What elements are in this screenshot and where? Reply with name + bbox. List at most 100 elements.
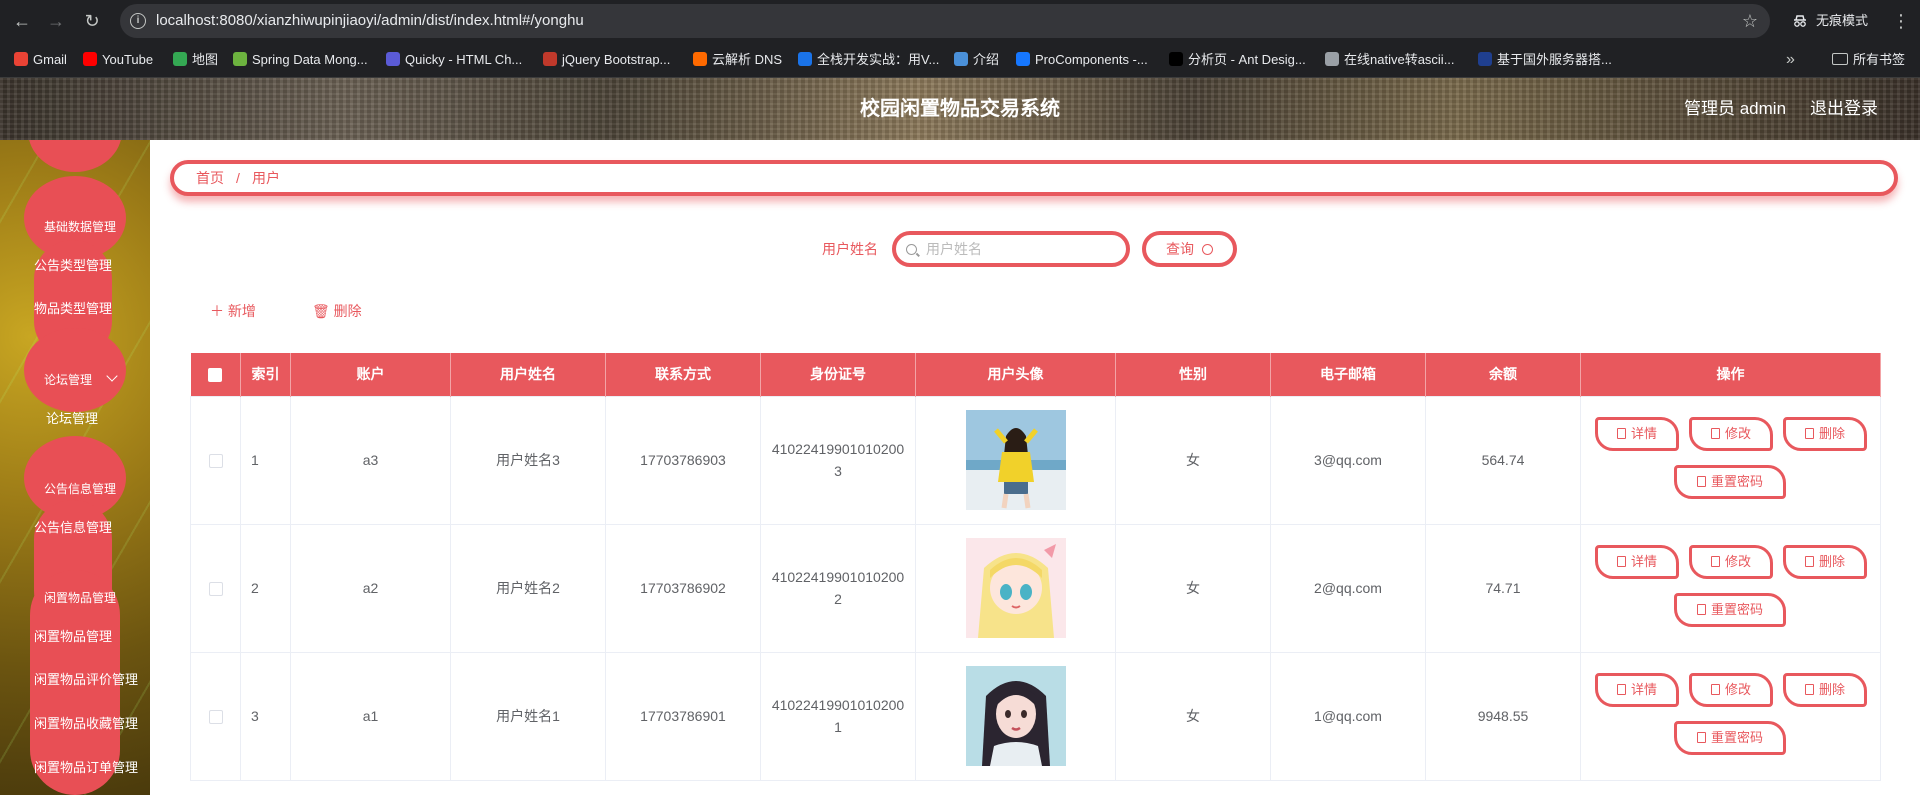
- edit-button[interactable]: 修改: [1689, 416, 1773, 451]
- back-icon[interactable]: ←: [10, 9, 34, 33]
- gmail-icon: [14, 52, 28, 66]
- more-menu-icon[interactable]: ⋮: [1892, 9, 1910, 33]
- document-icon: [1616, 555, 1626, 567]
- edit-label: 修改: [1724, 425, 1751, 441]
- avatar-cell: [915, 395, 1116, 525]
- sidebar-item-idle-group[interactable]: 闲置物品管理: [44, 589, 116, 606]
- bookmark-procomponents[interactable]: ProComponents -...: [1016, 42, 1148, 78]
- bookmark-gmail[interactable]: Gmail: [14, 42, 67, 78]
- reset-password-button[interactable]: 重置密码: [1674, 720, 1786, 755]
- app-title: 校园闲置物品交易系统: [860, 98, 1060, 120]
- add-button-label: 新增: [227, 303, 256, 319]
- account-cell: a2: [290, 523, 451, 653]
- reset-password-button[interactable]: 重置密码: [1674, 464, 1786, 499]
- browser-toolbar: ← → ↻ i localhost:8080/xianzhiwupinjiaoy…: [0, 0, 1920, 42]
- search-input[interactable]: [926, 235, 1116, 263]
- detail-button[interactable]: 详情: [1595, 416, 1679, 451]
- app-header: 校园闲置物品交易系统 管理员 admin 退出登录: [0, 78, 1920, 140]
- bookmark-maps[interactable]: 地图: [173, 42, 218, 78]
- edit-button[interactable]: 修改: [1689, 544, 1773, 579]
- bookmark-spring-data[interactable]: Spring Data Mong...: [233, 42, 368, 78]
- table-row: 2 a2 用户姓名2 17703786902 41022419901010200…: [190, 523, 1881, 653]
- address-bar[interactable]: i localhost:8080/xianzhiwupinjiaoyi/admi…: [120, 4, 1770, 38]
- avatar[interactable]: [965, 666, 1066, 766]
- bookmark-dns[interactable]: 云解析 DNS: [693, 42, 782, 78]
- id-card-text: 410224199010102001: [771, 697, 905, 735]
- breadcrumb-current: 用户: [252, 170, 280, 186]
- logout-button[interactable]: 退出登录: [1810, 78, 1878, 140]
- avatar[interactable]: [965, 410, 1066, 510]
- edit-button[interactable]: 修改: [1689, 672, 1773, 707]
- row-checkbox[interactable]: [208, 582, 223, 597]
- reload-icon[interactable]: ↻: [80, 9, 104, 33]
- bookmark-intro[interactable]: 介绍: [954, 42, 999, 78]
- detail-button[interactable]: 详情: [1595, 672, 1679, 707]
- sidebar-item-forum-group[interactable]: 论坛管理: [44, 371, 92, 388]
- sidebar-item-item-type[interactable]: 物品类型管理: [34, 298, 112, 317]
- query-button[interactable]: 查询: [1142, 231, 1237, 267]
- bookmark-label: Spring Data Mong...: [252, 52, 368, 67]
- sidebar-item-idle-orders[interactable]: 闲置物品订单管理: [34, 757, 138, 776]
- row-select-cell[interactable]: [190, 395, 241, 525]
- url-text[interactable]: localhost:8080/xianzhiwupinjiaoyi/admin/…: [156, 4, 584, 38]
- sidebar-item-basic-data[interactable]: 基础数据管理: [44, 218, 116, 235]
- id-card-text: 410224199010102002: [771, 569, 905, 607]
- search-field[interactable]: [892, 231, 1130, 267]
- intro-icon: [954, 52, 968, 66]
- actions-group: 详情 修改 删除 重置密码: [1581, 653, 1880, 780]
- add-button[interactable]: ＋ 新增: [210, 300, 256, 322]
- row-select-cell[interactable]: [190, 651, 241, 781]
- column-header: 性别: [1115, 353, 1271, 396]
- bookmark-analysis[interactable]: 分析页 - Ant Desig...: [1169, 42, 1306, 78]
- batch-delete-label: 删除: [333, 303, 362, 319]
- column-header: 身份证号: [760, 353, 916, 396]
- sidebar-item-idle-items[interactable]: 闲置物品管理: [34, 626, 112, 645]
- site-info-icon[interactable]: i: [130, 13, 146, 29]
- sidebar-item-notice-type[interactable]: 公告类型管理: [34, 255, 112, 274]
- bookmark-star-icon[interactable]: ☆: [1742, 4, 1758, 38]
- row-select-cell[interactable]: [190, 523, 241, 653]
- sidebar-item-idle-reviews[interactable]: 闲置物品评价管理: [34, 669, 138, 688]
- sidebar-item-idle-favorites[interactable]: 闲置物品收藏管理: [34, 713, 138, 732]
- email-cell: 3@qq.com: [1270, 395, 1426, 525]
- bookmarks-bar: Gmail YouTube 地图 Spring Data Mong... Qui…: [0, 42, 1920, 78]
- bookmark-jquery[interactable]: jQuery Bootstrap...: [543, 42, 670, 78]
- forward-icon[interactable]: →: [44, 9, 68, 33]
- incognito-indicator[interactable]: 无痕模式: [1780, 4, 1894, 38]
- batch-delete-button[interactable]: 🗑 删除: [312, 300, 362, 322]
- index-cell: 2: [240, 523, 291, 653]
- bookmark-youtube[interactable]: YouTube: [83, 42, 153, 78]
- reset-password-button[interactable]: 重置密码: [1674, 592, 1786, 627]
- sidebar-item-notice[interactable]: 公告信息管理: [34, 517, 112, 536]
- breadcrumb-home[interactable]: 首页: [196, 164, 224, 192]
- delete-button[interactable]: 删除: [1783, 672, 1867, 707]
- delete-button[interactable]: 删除: [1783, 544, 1867, 579]
- all-bookmarks[interactable]: 所有书签: [1832, 42, 1905, 78]
- select-all-header[interactable]: [190, 353, 241, 396]
- breadcrumb: 首页 / 用户: [170, 160, 1898, 196]
- jquery-icon: [543, 52, 557, 66]
- breadcrumb-separator: /: [236, 170, 240, 186]
- sidebar: 基础数据管理 公告类型管理 物品类型管理 论坛管理 论坛管理 公告信息管理 公告…: [0, 140, 150, 795]
- reset-password-label: 重置密码: [1710, 729, 1763, 745]
- sidebar-item-forum[interactable]: 论坛管理: [46, 408, 98, 427]
- bookmark-fullstack[interactable]: 全栈开发实战：用V...: [798, 42, 939, 78]
- bookmark-label: 全栈开发实战：用V...: [817, 52, 940, 67]
- bookmarks-overflow-icon[interactable]: »: [1786, 42, 1795, 78]
- maps-icon: [173, 52, 187, 66]
- balance-cell: 74.71: [1425, 523, 1581, 653]
- bookmark-native-ascii[interactable]: 在线native转ascii...: [1325, 42, 1455, 78]
- sidebar-item-notice-group[interactable]: 公告信息管理: [44, 480, 116, 497]
- bookmark-server[interactable]: 基于国外服务器搭...: [1478, 42, 1612, 78]
- avatar[interactable]: [965, 538, 1066, 638]
- row-checkbox[interactable]: [208, 710, 223, 725]
- bookmark-label: 地图: [192, 52, 219, 67]
- bookmark-label: ProComponents -...: [1035, 52, 1148, 67]
- select-all-checkbox[interactable]: [208, 368, 223, 383]
- trash-icon: [1804, 683, 1814, 695]
- delete-button[interactable]: 删除: [1783, 416, 1867, 451]
- bookmark-quicky[interactable]: Quicky - HTML Ch...: [386, 42, 522, 78]
- row-checkbox[interactable]: [208, 454, 223, 469]
- edit-label: 修改: [1724, 681, 1751, 697]
- detail-button[interactable]: 详情: [1595, 544, 1679, 579]
